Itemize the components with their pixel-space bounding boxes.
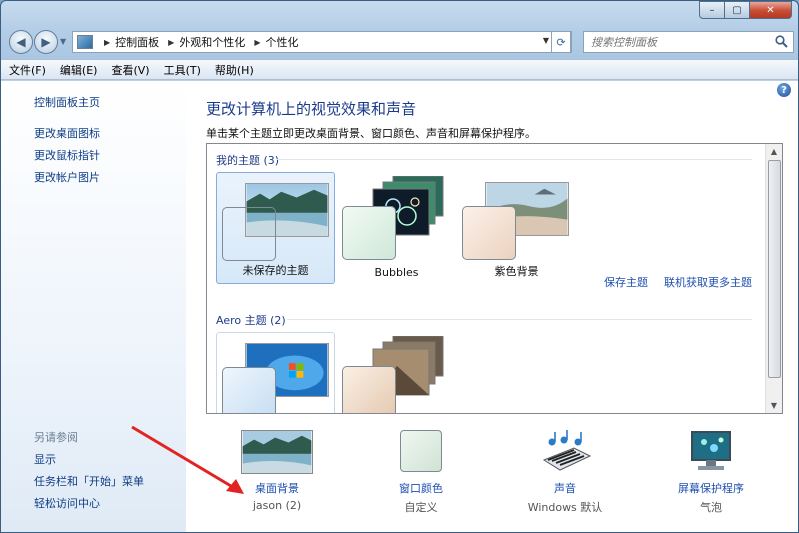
menu-help[interactable]: 帮助(H) (215, 62, 254, 78)
theme-tile-bubbles[interactable]: Bubbles (337, 172, 456, 284)
caption-buttons: – ▢ ✕ (699, 1, 792, 19)
see-also-ease-of-access[interactable]: 轻松访问中心 (34, 495, 100, 511)
get-more-themes-online-link[interactable]: 联机获取更多主题 (664, 274, 752, 290)
back-button[interactable]: ◀ (9, 30, 33, 54)
menu-bar: 文件(F) 编辑(E) 查看(V) 工具(T) 帮助(H) (1, 59, 798, 80)
search-box[interactable] (583, 31, 794, 53)
arrow-right-icon: ▶ (41, 35, 51, 49)
search-input[interactable] (591, 35, 771, 49)
scroll-thumb[interactable] (768, 160, 781, 378)
save-theme-link[interactable]: 保存主题 (604, 274, 648, 290)
scroll-up-arrow-icon[interactable]: ▲ (766, 144, 782, 159)
window-color-swatch (342, 206, 396, 260)
window: – ▢ ✕ ◀ ▶ ▼ ▶ 控制面板 ▶ 外观和个性化 ▶ 个性化 ▼ ⟳ 文件… (0, 0, 799, 533)
sound-icon (542, 430, 592, 471)
annotation-arrow (131, 425, 244, 494)
screensaver-item[interactable]: 屏幕保护程序 气泡 (656, 430, 766, 520)
menu-file[interactable]: 文件(F) (9, 62, 46, 78)
screensaver-link[interactable]: 屏幕保护程序 (656, 480, 766, 496)
maximize-button[interactable]: ▢ (725, 1, 750, 19)
breadcrumb-separator-icon[interactable]: ▶ (254, 38, 260, 47)
sidebar-change-desktop-icons[interactable]: 更改桌面图标 (34, 125, 100, 141)
window-color-swatch (222, 367, 276, 413)
sounds-link[interactable]: 声音 (510, 480, 620, 496)
see-also-heading: 另请参阅 (34, 431, 78, 444)
theme-tile-architecture[interactable] (337, 332, 456, 413)
breadcrumb-separator-icon[interactable]: ▶ (104, 38, 110, 47)
refresh-icon: ⟳ (556, 35, 566, 49)
window-color-swatch (222, 207, 276, 261)
main-content: ? 更改计算机上的视觉效果和声音 单击某个主题立即更改桌面背景、窗口颜色、声音和… (131, 81, 798, 532)
theme-label: 紫色背景 (494, 265, 539, 278)
address-dropdown-icon[interactable]: ▼ (543, 36, 549, 45)
breadcrumb-separator-icon[interactable]: ▶ (168, 38, 174, 47)
theme-tile-unsaved[interactable]: 未保存的主题 (216, 172, 335, 284)
group-divider (287, 319, 752, 320)
theme-tile-purple[interactable]: 紫色背景 (457, 172, 576, 284)
screensaver-value: 气泡 (700, 501, 722, 514)
window-color-value: 自定义 (404, 501, 438, 514)
window-color-swatch (342, 366, 396, 413)
screensaver-icon (691, 431, 731, 470)
minimize-button[interactable]: – (699, 1, 725, 19)
menu-view[interactable]: 查看(V) (111, 62, 149, 78)
sidebar-change-mouse-pointers[interactable]: 更改鼠标指针 (34, 147, 100, 163)
forward-button[interactable]: ▶ (34, 30, 58, 54)
page-description: 单击某个主题立即更改桌面背景、窗口颜色、声音和屏幕保护程序。 (206, 127, 536, 140)
refresh-button[interactable]: ⟳ (551, 31, 571, 53)
aero-themes-header: Aero 主题 (2) (216, 314, 286, 327)
page-title: 更改计算机上的视觉效果和声音 (206, 100, 417, 118)
theme-tile-windows7[interactable] (216, 332, 335, 413)
theme-label: Bubbles (374, 266, 419, 279)
search-icon[interactable] (775, 35, 788, 48)
menu-tools[interactable]: 工具(T) (164, 62, 201, 78)
recent-pages-dropdown[interactable]: ▼ (60, 37, 66, 46)
window-color-swatch (462, 206, 516, 260)
group-divider (277, 159, 752, 160)
my-themes-header: 我的主题 (3) (216, 154, 280, 167)
help-icon[interactable]: ? (777, 83, 791, 97)
sounds-value: Windows 默认 (527, 501, 603, 514)
address-bar[interactable]: ▶ 控制面板 ▶ 外观和个性化 ▶ 个性化 ▼ (72, 31, 572, 53)
sounds-item[interactable]: 声音 Windows 默认 (510, 430, 620, 520)
menu-edit[interactable]: 编辑(E) (60, 62, 98, 78)
breadcrumb-personalization[interactable]: 个性化 (265, 34, 298, 50)
theme-gallery[interactable]: 我的主题 (3) 未保存的主题 Bubbles 紫色背景 保存主题 联机获取更多… (206, 143, 783, 414)
window-color-item[interactable]: 窗口颜色 自定义 (366, 430, 476, 520)
theme-label: 未保存的主题 (242, 264, 309, 277)
navigation-bar: ◀ ▶ ▼ ▶ 控制面板 ▶ 外观和个性化 ▶ 个性化 ▼ ⟳ (7, 29, 794, 55)
see-also-display[interactable]: 显示 (34, 451, 56, 467)
control-panel-icon (77, 35, 93, 49)
window-color-link[interactable]: 窗口颜色 (366, 480, 476, 496)
sidebar-control-panel-home[interactable]: 控制面板主页 (34, 94, 100, 110)
breadcrumb-appearance[interactable]: 外观和个性化 (179, 34, 245, 50)
breadcrumb-control-panel[interactable]: 控制面板 (115, 34, 159, 50)
window-color-icon (400, 430, 442, 472)
scroll-down-arrow-icon[interactable]: ▼ (766, 398, 782, 413)
sidebar-change-account-picture[interactable]: 更改帐户图片 (34, 169, 100, 185)
theme-gallery-scrollbar[interactable]: ▲ ▼ (765, 144, 782, 413)
close-button[interactable]: ✕ (750, 1, 792, 19)
arrow-left-icon: ◀ (16, 35, 26, 49)
